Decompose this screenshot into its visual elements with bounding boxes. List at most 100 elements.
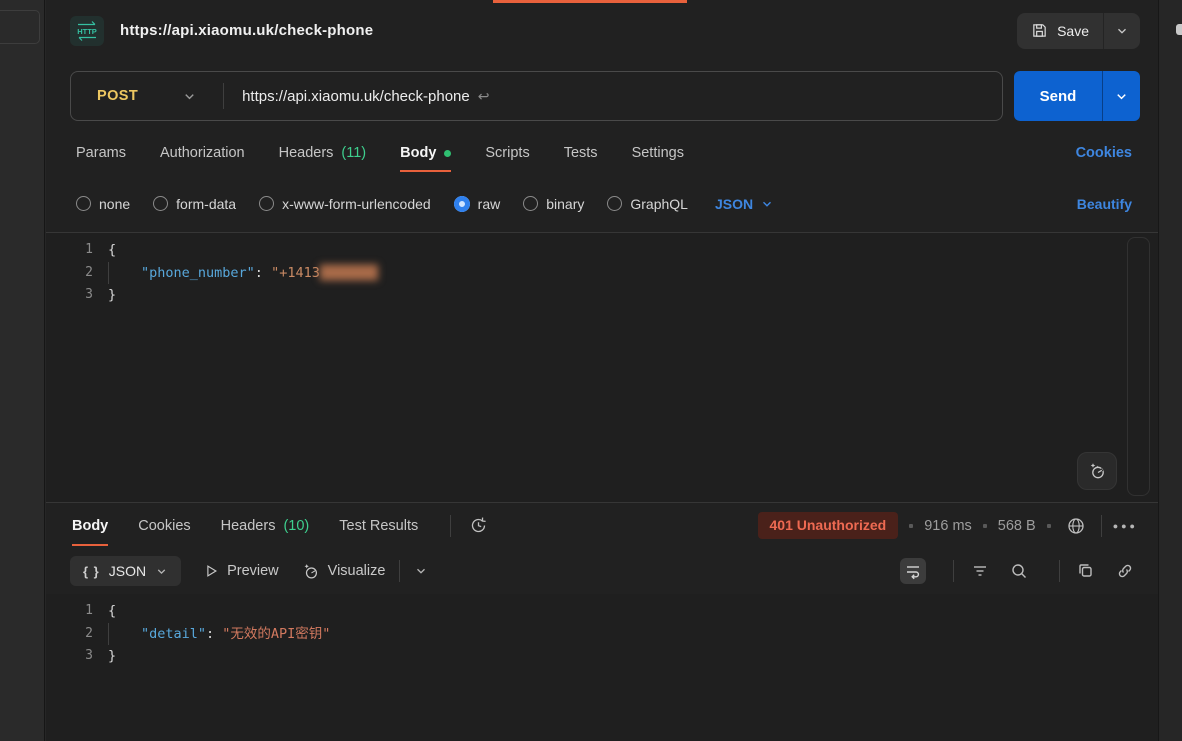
collapsed-sidebar-tab[interactable] (0, 10, 40, 44)
icons-divider (953, 560, 954, 582)
url-input[interactable]: https://api.xiaomu.uk/check-phone (242, 88, 470, 105)
network-info-button[interactable] (1062, 512, 1090, 540)
response-toolbar-icons (900, 558, 1138, 584)
beautify-button[interactable]: Beautify (1077, 196, 1132, 212)
chevron-down-icon (182, 89, 197, 104)
code-line: 3 } (46, 645, 1158, 668)
copy-button[interactable] (1073, 558, 1099, 584)
line-number: 2 (46, 262, 108, 285)
search-icon (1010, 562, 1028, 580)
mouse-cursor (1176, 24, 1182, 35)
separator-dot (983, 524, 987, 528)
visualize-button[interactable]: Visualize (301, 562, 386, 581)
tab-settings[interactable]: Settings (632, 145, 684, 161)
tab-authorization[interactable]: Authorization (160, 145, 245, 161)
token-brace: { (108, 242, 116, 258)
send-button[interactable]: Send (1014, 71, 1102, 121)
token-brace: { (108, 603, 116, 619)
request-header-row: HTTP https://api.xiaomu.uk/check-phone S… (46, 0, 1158, 61)
response-time[interactable]: 916 ms (924, 518, 972, 534)
app-window: HTTP https://api.xiaomu.uk/check-phone S… (0, 0, 1182, 741)
request-body-editor[interactable]: 1 { 2 "phone_number": "+1413████████ 3 } (46, 232, 1158, 502)
save-button-label: Save (1057, 23, 1089, 39)
method-selector-value: POST (97, 88, 138, 104)
globe-icon (1066, 516, 1086, 536)
save-button[interactable]: Save (1017, 13, 1103, 49)
token-string: "+1413 (271, 265, 320, 281)
enter-hint-icon: ↩ (478, 88, 490, 105)
mode-none[interactable]: none (76, 196, 130, 212)
editor-scrollbar-region[interactable] (1127, 237, 1150, 496)
http-protocol-icon: HTTP (70, 16, 104, 46)
icons-divider (1059, 560, 1060, 582)
line-number: 1 (46, 600, 108, 623)
tab-scripts[interactable]: Scripts (485, 145, 529, 161)
save-icon (1031, 22, 1048, 39)
active-tab-indicator (493, 0, 687, 3)
svg-text:HTTP: HTTP (77, 27, 97, 36)
code-line: 1 { (46, 600, 1158, 623)
filter-button[interactable] (967, 558, 993, 584)
save-options-button[interactable] (1104, 13, 1140, 49)
status-divider (1101, 515, 1102, 537)
code-line: 2 "detail": "无效的API密钥" (46, 623, 1158, 646)
request-panel: HTTP https://api.xiaomu.uk/check-phone S… (46, 0, 1158, 741)
separator-dot (1047, 524, 1051, 528)
url-bar-row: POST https://api.xiaomu.uk/check-phone ↩… (46, 61, 1158, 131)
headers-count: (11) (341, 145, 366, 161)
link-button[interactable] (1112, 558, 1138, 584)
toolbar-divider (399, 560, 400, 582)
cookies-link[interactable]: Cookies (1076, 145, 1132, 161)
separator-dot (909, 524, 913, 528)
code-line: 1 { (46, 239, 1158, 262)
copy-icon (1077, 562, 1095, 580)
view-options-button[interactable] (414, 564, 428, 578)
history-clock-icon (469, 516, 488, 535)
token-key: "detail" (141, 626, 206, 642)
mode-graphql[interactable]: GraphQL (607, 196, 688, 212)
line-number: 1 (46, 239, 108, 262)
mode-x-www-form-urlencoded[interactable]: x-www-form-urlencoded (259, 196, 431, 212)
radio-icon (523, 196, 538, 211)
token-brace: } (108, 648, 116, 664)
save-button-group: Save (1017, 13, 1140, 49)
code-line: 3 } (46, 284, 1158, 307)
chevron-down-icon (155, 565, 168, 578)
response-toolbar: { } JSON Preview Visualize (46, 548, 1158, 594)
mode-form-data[interactable]: form-data (153, 196, 236, 212)
status-badge[interactable]: 401 Unauthorized (758, 512, 899, 539)
response-tab-cookies[interactable]: Cookies (138, 518, 190, 534)
postbot-button[interactable] (1077, 452, 1117, 490)
method-selector[interactable] (182, 89, 197, 104)
preview-button[interactable]: Preview (203, 563, 279, 579)
response-tab-body[interactable]: Body (72, 518, 108, 534)
wrap-text-button[interactable] (900, 558, 926, 584)
more-options-icon[interactable]: ●●● (1113, 521, 1138, 531)
response-tab-headers[interactable]: Headers (10) (221, 518, 310, 534)
response-body-editor[interactable]: 1 { 2 "detail": "无效的API密钥" 3 } (46, 594, 1158, 741)
link-icon (1116, 562, 1134, 580)
response-status-area: 401 Unauthorized 916 ms 568 B ●●● (758, 512, 1138, 540)
token-key: "phone_number" (141, 265, 255, 281)
response-history-button[interactable] (465, 512, 492, 539)
response-header-row: Body Cookies Headers (10) Test Results 4… (46, 502, 1158, 548)
chevron-down-icon (1115, 24, 1129, 38)
response-tab-test-results[interactable]: Test Results (339, 518, 418, 534)
tab-headers[interactable]: Headers (11) (279, 145, 367, 161)
send-options-button[interactable] (1103, 71, 1140, 121)
response-size[interactable]: 568 B (998, 518, 1036, 534)
response-format-selector[interactable]: { } JSON (70, 556, 181, 586)
indent-guide (108, 262, 141, 284)
tab-params[interactable]: Params (76, 145, 126, 161)
tab-tests[interactable]: Tests (564, 145, 598, 161)
tab-body[interactable]: Body (400, 145, 451, 161)
redacted-phone-digits: ████████ (320, 265, 377, 281)
token-colon: : (255, 265, 271, 281)
search-button[interactable] (1006, 558, 1032, 584)
line-number: 3 (46, 284, 108, 307)
filter-icon (971, 562, 989, 580)
mode-raw[interactable]: raw (454, 196, 501, 212)
mode-binary[interactable]: binary (523, 196, 584, 212)
right-gap-strip (1158, 0, 1182, 741)
raw-format-selector[interactable]: JSON (715, 196, 774, 212)
